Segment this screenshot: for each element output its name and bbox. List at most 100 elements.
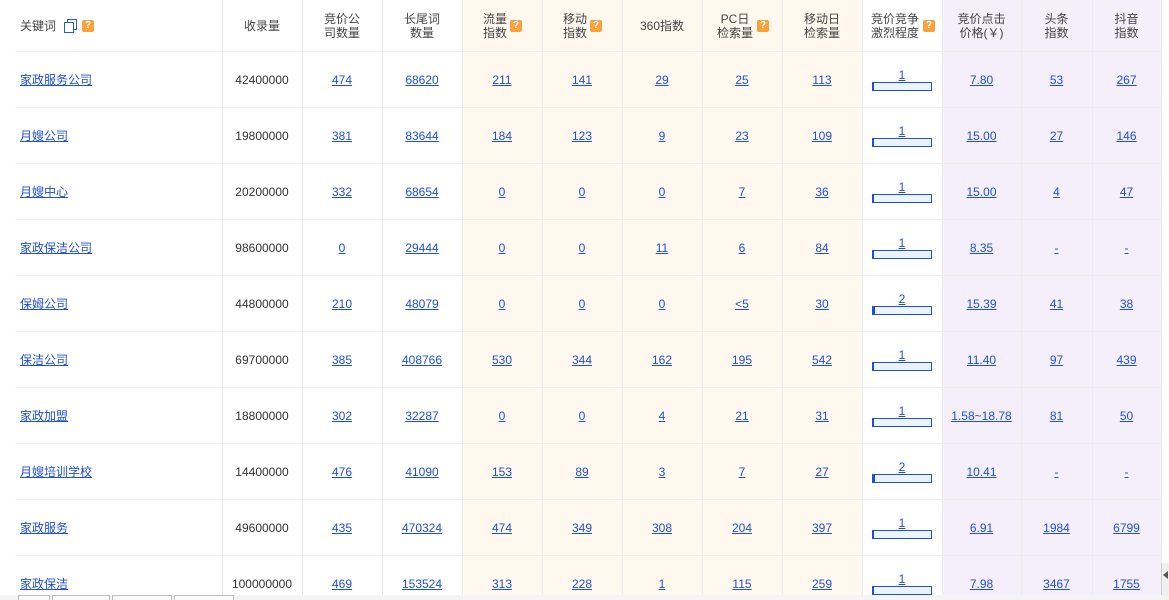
- traffic-index-link[interactable]: 0: [499, 297, 506, 311]
- click-price-link[interactable]: 15.00: [966, 185, 996, 199]
- mobile-index-link[interactable]: 228: [572, 577, 592, 591]
- competition-value[interactable]: 1: [872, 405, 932, 417]
- help-icon[interactable]: ?: [82, 19, 95, 32]
- index-360-link[interactable]: 3: [659, 465, 666, 479]
- mobile-index-link[interactable]: 141: [572, 73, 592, 87]
- keyword-link[interactable]: 家政保洁: [20, 577, 68, 591]
- toutiao-link[interactable]: 53: [1050, 73, 1063, 87]
- competition-meter[interactable]: 1: [872, 517, 932, 539]
- douyin-link[interactable]: 6799: [1113, 521, 1140, 535]
- traffic-index-link[interactable]: 211: [492, 73, 511, 87]
- long-tail-link[interactable]: 408766: [402, 353, 442, 367]
- mobile-index-link[interactable]: 0: [579, 241, 586, 255]
- bid-companies-link[interactable]: 210: [332, 297, 352, 311]
- help-icon[interactable]: ?: [590, 19, 602, 32]
- pc-daily-link[interactable]: 7: [739, 185, 746, 199]
- click-price-link[interactable]: 15.00: [966, 129, 996, 143]
- keyword-link[interactable]: 家政加盟: [20, 409, 68, 423]
- click-price-link[interactable]: 15.39: [966, 297, 996, 311]
- pc-daily-link[interactable]: 6: [739, 241, 746, 255]
- bottom-tab[interactable]: [174, 595, 234, 600]
- long-tail-link[interactable]: 68620: [405, 73, 438, 87]
- douyin-link[interactable]: -: [1125, 241, 1129, 255]
- keyword-link[interactable]: 月嫂公司: [20, 129, 68, 143]
- pc-daily-link[interactable]: 21: [735, 409, 748, 423]
- index-360-link[interactable]: 0: [659, 297, 666, 311]
- pc-daily-link[interactable]: <5: [735, 297, 749, 311]
- long-tail-link[interactable]: 48079: [405, 297, 438, 311]
- long-tail-link[interactable]: 32287: [405, 409, 438, 423]
- scroll-left-arrow-icon[interactable]: [1161, 563, 1169, 595]
- competition-meter[interactable]: 2: [872, 293, 932, 315]
- bid-companies-link[interactable]: 476: [332, 465, 352, 479]
- competition-value[interactable]: 2: [872, 293, 932, 305]
- douyin-link[interactable]: 439: [1116, 353, 1136, 367]
- douyin-link[interactable]: 1755: [1113, 577, 1140, 591]
- competition-meter[interactable]: 1: [872, 69, 932, 91]
- bid-companies-link[interactable]: 0: [339, 241, 346, 255]
- competition-meter[interactable]: 1: [872, 237, 932, 259]
- pc-daily-link[interactable]: 25: [735, 73, 748, 87]
- douyin-link[interactable]: 38: [1120, 297, 1133, 311]
- index-360-link[interactable]: 9: [659, 129, 666, 143]
- keyword-link[interactable]: 保洁公司: [20, 353, 68, 367]
- index-360-link[interactable]: 0: [659, 185, 666, 199]
- mobile-daily-link[interactable]: 27: [815, 465, 828, 479]
- mobile-index-link[interactable]: 0: [579, 185, 586, 199]
- copy-icon[interactable]: [64, 19, 78, 33]
- click-price-link[interactable]: 7.98: [970, 577, 993, 591]
- keyword-link[interactable]: 家政服务: [20, 521, 68, 535]
- douyin-link[interactable]: 267: [1116, 73, 1136, 87]
- traffic-index-link[interactable]: 313: [492, 577, 512, 591]
- douyin-link[interactable]: 50: [1120, 409, 1133, 423]
- toutiao-link[interactable]: 41: [1050, 297, 1063, 311]
- mobile-daily-link[interactable]: 31: [815, 409, 828, 423]
- toutiao-link[interactable]: -: [1055, 241, 1059, 255]
- keyword-link[interactable]: 月嫂中心: [20, 185, 68, 199]
- click-price-link[interactable]: 6.91: [970, 521, 993, 535]
- competition-meter[interactable]: 1: [872, 349, 932, 371]
- competition-meter[interactable]: 2: [872, 461, 932, 483]
- toutiao-link[interactable]: 27: [1050, 129, 1063, 143]
- keyword-link[interactable]: 保姆公司: [20, 297, 68, 311]
- competition-value[interactable]: 1: [872, 573, 932, 585]
- help-icon[interactable]: ?: [757, 19, 769, 32]
- competition-meter[interactable]: 1: [872, 573, 932, 595]
- bid-companies-link[interactable]: 474: [332, 73, 352, 87]
- mobile-daily-link[interactable]: 84: [815, 241, 828, 255]
- index-360-link[interactable]: 29: [655, 73, 668, 87]
- click-price-link[interactable]: 10.41: [966, 465, 996, 479]
- click-price-link[interactable]: 7.80: [970, 73, 993, 87]
- traffic-index-link[interactable]: 0: [499, 185, 506, 199]
- mobile-index-link[interactable]: 89: [575, 465, 588, 479]
- long-tail-link[interactable]: 41090: [405, 465, 438, 479]
- help-icon[interactable]: ?: [510, 19, 522, 32]
- traffic-index-link[interactable]: 0: [499, 409, 506, 423]
- competition-meter[interactable]: 1: [872, 181, 932, 203]
- index-360-link[interactable]: 11: [656, 241, 668, 255]
- pc-daily-link[interactable]: 204: [732, 521, 752, 535]
- bid-companies-link[interactable]: 385: [332, 353, 352, 367]
- mobile-daily-link[interactable]: 36: [815, 185, 828, 199]
- douyin-link[interactable]: 146: [1116, 129, 1136, 143]
- bid-companies-link[interactable]: 469: [332, 577, 352, 591]
- mobile-index-link[interactable]: 0: [579, 409, 586, 423]
- toutiao-link[interactable]: 3467: [1043, 577, 1070, 591]
- mobile-index-link[interactable]: 349: [572, 521, 592, 535]
- douyin-link[interactable]: 47: [1120, 185, 1133, 199]
- competition-value[interactable]: 1: [872, 69, 932, 81]
- douyin-link[interactable]: -: [1125, 465, 1129, 479]
- mobile-index-link[interactable]: 0: [579, 297, 586, 311]
- toutiao-link[interactable]: 4: [1053, 185, 1060, 199]
- pc-daily-link[interactable]: 7: [739, 465, 746, 479]
- keyword-link[interactable]: 月嫂培训学校: [20, 465, 92, 479]
- bid-companies-link[interactable]: 302: [332, 409, 352, 423]
- click-price-link[interactable]: 8.35: [970, 241, 993, 255]
- mobile-index-link[interactable]: 344: [572, 353, 592, 367]
- long-tail-link[interactable]: 153524: [402, 577, 442, 591]
- competition-value[interactable]: 1: [872, 237, 932, 249]
- traffic-index-link[interactable]: 184: [492, 129, 512, 143]
- competition-value[interactable]: 1: [872, 125, 932, 137]
- mobile-daily-link[interactable]: 113: [812, 73, 831, 87]
- mobile-daily-link[interactable]: 109: [812, 129, 832, 143]
